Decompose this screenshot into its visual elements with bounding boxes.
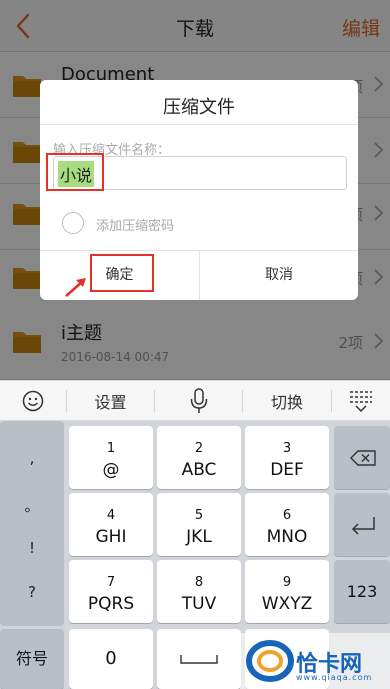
mic-icon <box>190 388 207 413</box>
key-number: 4 <box>106 508 116 523</box>
key-2[interactable]: 2 ABC <box>157 426 241 489</box>
password-label: 添加压缩密码 <box>96 219 175 234</box>
key-number: 1 <box>106 441 116 456</box>
key-letters: JKL <box>186 527 212 547</box>
voice-input-button[interactable] <box>155 381 242 421</box>
key-number: 2 <box>194 441 204 456</box>
cancel-button[interactable]: 取消 <box>200 250 358 300</box>
key-letters: DEF <box>270 460 304 480</box>
punctuation-key[interactable]: 。 <box>0 495 64 516</box>
key-number: 8 <box>194 575 204 590</box>
key-1[interactable]: 1 @ <box>69 426 153 489</box>
keyboard-toolbar: 设置 切换 <box>0 380 390 421</box>
symbol-key[interactable]: 符号 <box>0 629 64 689</box>
screen: 下载 编辑 Document 2项 项 项 i主题 2016-08-14 00:… <box>0 0 390 689</box>
compress-dialog: 压缩文件 输入压缩文件名称： 小说 添加压缩密码 确定 取消 <box>40 80 358 300</box>
key-7[interactable]: 7 PQRS <box>69 560 153 623</box>
key-6[interactable]: 6 MNO <box>245 493 329 556</box>
annotation-box <box>46 153 104 191</box>
key-number: 3 <box>282 441 292 456</box>
key-letters: ABC <box>181 460 217 480</box>
emoji-icon <box>22 390 44 412</box>
key-3[interactable]: 3 DEF <box>245 426 329 489</box>
key-letters: TUV <box>181 594 217 614</box>
keyboard-collapse-icon <box>350 391 372 413</box>
key-letters: GHI <box>95 527 127 547</box>
emoji-button[interactable] <box>0 381 66 421</box>
dialog-title: 压缩文件 <box>163 97 235 118</box>
key-0[interactable]: 0 <box>69 629 153 689</box>
punctuation-key[interactable]: ! <box>0 539 64 557</box>
punctuation-column: , 。 ! ? <box>0 421 64 626</box>
backspace-key[interactable] <box>334 426 390 489</box>
key-8[interactable]: 8 TUV <box>157 560 241 623</box>
key-number: 6 <box>282 508 292 523</box>
space-icon <box>180 655 218 664</box>
space-key[interactable] <box>157 629 241 689</box>
watermark-url: www.qiaqa.com <box>296 673 373 682</box>
punctuation-key[interactable]: ? <box>0 583 64 601</box>
switch-button[interactable]: 切换 <box>243 381 331 421</box>
key-letters: WXYZ <box>261 594 313 614</box>
password-checkbox[interactable] <box>62 212 84 234</box>
backspace-icon <box>350 450 376 466</box>
key-letters: @ <box>102 460 120 480</box>
key-letters: PQRS <box>87 594 135 614</box>
key-number: 5 <box>194 508 204 523</box>
key-4[interactable]: 4 GHI <box>69 493 153 556</box>
number-switch-key[interactable]: 123 <box>334 560 390 623</box>
settings-button[interactable]: 设置 <box>67 381 154 421</box>
key-number: 7 <box>106 575 116 590</box>
enter-key[interactable] <box>334 493 390 556</box>
key-9[interactable]: 9 WXYZ <box>245 560 329 623</box>
divider <box>40 124 358 125</box>
key-letters: MNO <box>266 527 308 547</box>
key-number: 9 <box>282 575 292 590</box>
enter-icon <box>351 517 375 535</box>
collapse-keyboard-button[interactable] <box>332 381 390 421</box>
punctuation-key[interactable]: , <box>0 449 64 467</box>
annotation-arrow-icon <box>65 278 86 297</box>
annotation-box <box>90 254 154 292</box>
key-5[interactable]: 5 JKL <box>157 493 241 556</box>
